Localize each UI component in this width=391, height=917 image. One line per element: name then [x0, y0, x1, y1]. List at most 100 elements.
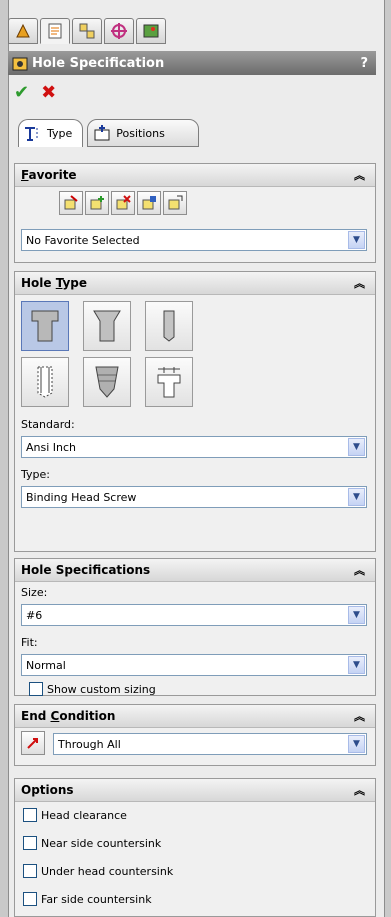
- fit-label: Fit:: [21, 636, 38, 649]
- page-title: Hole Specification: [32, 55, 165, 71]
- property-icon: [48, 23, 62, 39]
- tab-type[interactable]: Type: [18, 119, 84, 147]
- end-condition-group: End Condition ︽ Through All ▼: [14, 704, 376, 766]
- ok-button[interactable]: ✔: [14, 82, 29, 103]
- size-select-value: #6: [26, 608, 43, 622]
- chevron-down-icon[interactable]: ▼: [348, 606, 365, 624]
- checkbox-box[interactable]: [29, 682, 43, 696]
- tapered-tap-icon: [95, 366, 119, 398]
- checkbox-box[interactable]: [23, 808, 37, 822]
- hole-specifications-group: Hole Specifications ︽ Size: #6 ▼ Fit: No…: [14, 558, 376, 696]
- head-clearance-checkbox[interactable]: Head clearance: [23, 808, 127, 822]
- collapse-chevron-icon[interactable]: ︽: [354, 167, 365, 183]
- feature-tabs: Type Positions: [18, 119, 200, 147]
- hole-type-icon: [25, 126, 38, 141]
- chevron-down-icon[interactable]: ▼: [348, 735, 365, 753]
- standard-label: Standard:: [21, 418, 75, 431]
- load-favorite-button[interactable]: [163, 191, 187, 215]
- dimxpert-tab[interactable]: [104, 18, 134, 44]
- feature-manager-tab[interactable]: [8, 18, 38, 44]
- reverse-direction-button[interactable]: [21, 731, 45, 755]
- near-side-countersink-label: Near side countersink: [41, 836, 162, 850]
- show-custom-sizing-checkbox[interactable]: Show custom sizing: [29, 682, 156, 696]
- collapse-chevron-icon[interactable]: ︽: [354, 562, 365, 578]
- far-side-countersink-label: Far side countersink: [41, 892, 152, 906]
- feature-tree-icon: [16, 23, 30, 38]
- chevron-down-icon[interactable]: ▼: [348, 438, 365, 456]
- tab-type-label: Type: [47, 127, 73, 140]
- chevron-down-icon[interactable]: ▼: [348, 231, 365, 249]
- display-manager-tab[interactable]: [136, 18, 166, 44]
- type-select-value: Binding Head Screw: [26, 490, 137, 504]
- under-head-countersink-label: Under head countersink: [41, 864, 174, 878]
- show-custom-sizing-label: Show custom sizing: [47, 682, 156, 696]
- under-head-countersink-checkbox[interactable]: Under head countersink: [23, 864, 173, 878]
- reverse-direction-icon: [27, 738, 38, 749]
- checkbox-box[interactable]: [23, 836, 37, 850]
- counterbore-button[interactable]: [21, 301, 69, 351]
- chevron-down-icon[interactable]: ▼: [348, 488, 365, 506]
- standard-select[interactable]: Ansi Inch ▼: [21, 436, 367, 458]
- favorite-group-title: Favorite: [21, 168, 77, 182]
- property-manager-tab[interactable]: [40, 18, 70, 44]
- ok-cancel-bar: ✔ ✖: [14, 82, 56, 103]
- tab-positions[interactable]: Positions: [87, 119, 200, 147]
- size-select[interactable]: #6 ▼: [21, 604, 367, 626]
- add-favorite-icon: [90, 196, 104, 210]
- configuration-icon: [79, 23, 95, 39]
- near-side-countersink-checkbox[interactable]: Near side countersink: [23, 836, 161, 850]
- configuration-manager-tab[interactable]: [72, 18, 102, 44]
- property-manager-titlebar: Hole Specification ?: [8, 51, 376, 75]
- favorite-group: Favorite ︽ No Favorite Selected ▼: [14, 163, 376, 263]
- collapse-chevron-icon[interactable]: ︽: [354, 782, 365, 798]
- standard-select-value: Ansi Inch: [26, 440, 77, 454]
- collapse-chevron-icon[interactable]: ︽: [354, 708, 365, 724]
- end-condition-group-title: End Condition: [21, 709, 116, 723]
- save-favorite-button[interactable]: [137, 191, 161, 215]
- end-condition-select-value: Through All: [58, 737, 121, 751]
- options-group: Options ︽ Head clearance Near side count…: [14, 778, 376, 917]
- load-favorite-icon: [168, 195, 183, 210]
- hole-specifications-group-header[interactable]: Hole Specifications ︽: [15, 559, 375, 582]
- head-clearance-label: Head clearance: [41, 808, 127, 822]
- fit-select-value: Normal: [26, 658, 66, 672]
- legacy-hole-button[interactable]: [145, 357, 193, 407]
- straight-tap-icon: [37, 366, 53, 398]
- countersink-icon: [93, 310, 121, 342]
- straight-tap-button[interactable]: [21, 357, 69, 407]
- delete-favorite-icon: [116, 195, 131, 210]
- options-group-header[interactable]: Options ︽: [15, 779, 375, 802]
- apply-defaults-icon: [64, 195, 78, 210]
- simple-hole-icon: [163, 310, 175, 342]
- checkbox-box[interactable]: [23, 892, 37, 906]
- checkbox-box[interactable]: [23, 864, 37, 878]
- counterbore-icon: [31, 310, 59, 342]
- collapse-chevron-icon[interactable]: ︽: [354, 275, 365, 291]
- hole-type-group-header[interactable]: Hole Type ︽: [15, 272, 375, 295]
- hole-button[interactable]: [145, 301, 193, 351]
- save-favorite-icon: [142, 196, 156, 210]
- tab-positions-label: Positions: [116, 126, 165, 140]
- size-label: Size:: [21, 586, 48, 599]
- add-favorite-button[interactable]: [85, 191, 109, 215]
- fit-select[interactable]: Normal ▼: [21, 654, 367, 676]
- favorite-select[interactable]: No Favorite Selected ▼: [21, 229, 367, 251]
- hole-specifications-group-title: Hole Specifications: [21, 563, 151, 577]
- apply-defaults-button[interactable]: [59, 191, 83, 215]
- end-condition-group-header[interactable]: End Condition ︽: [15, 705, 375, 728]
- tapered-tap-button[interactable]: [83, 357, 131, 407]
- help-button[interactable]: ?: [360, 56, 368, 71]
- countersink-button[interactable]: [83, 301, 131, 351]
- end-condition-select[interactable]: Through All ▼: [53, 733, 367, 755]
- target-icon: [111, 23, 127, 39]
- favorite-group-header[interactable]: Favorite ︽: [15, 164, 375, 187]
- type-label: Type:: [21, 468, 50, 481]
- type-select[interactable]: Binding Head Screw ▼: [21, 486, 367, 508]
- delete-favorite-button[interactable]: [111, 191, 135, 215]
- display-manager-icon: [143, 24, 159, 38]
- cancel-button[interactable]: ✖: [41, 82, 56, 103]
- hole-positions-icon: [94, 125, 110, 141]
- far-side-countersink-checkbox[interactable]: Far side countersink: [23, 892, 152, 906]
- chevron-down-icon[interactable]: ▼: [348, 656, 365, 674]
- manager-tabs: [8, 16, 168, 46]
